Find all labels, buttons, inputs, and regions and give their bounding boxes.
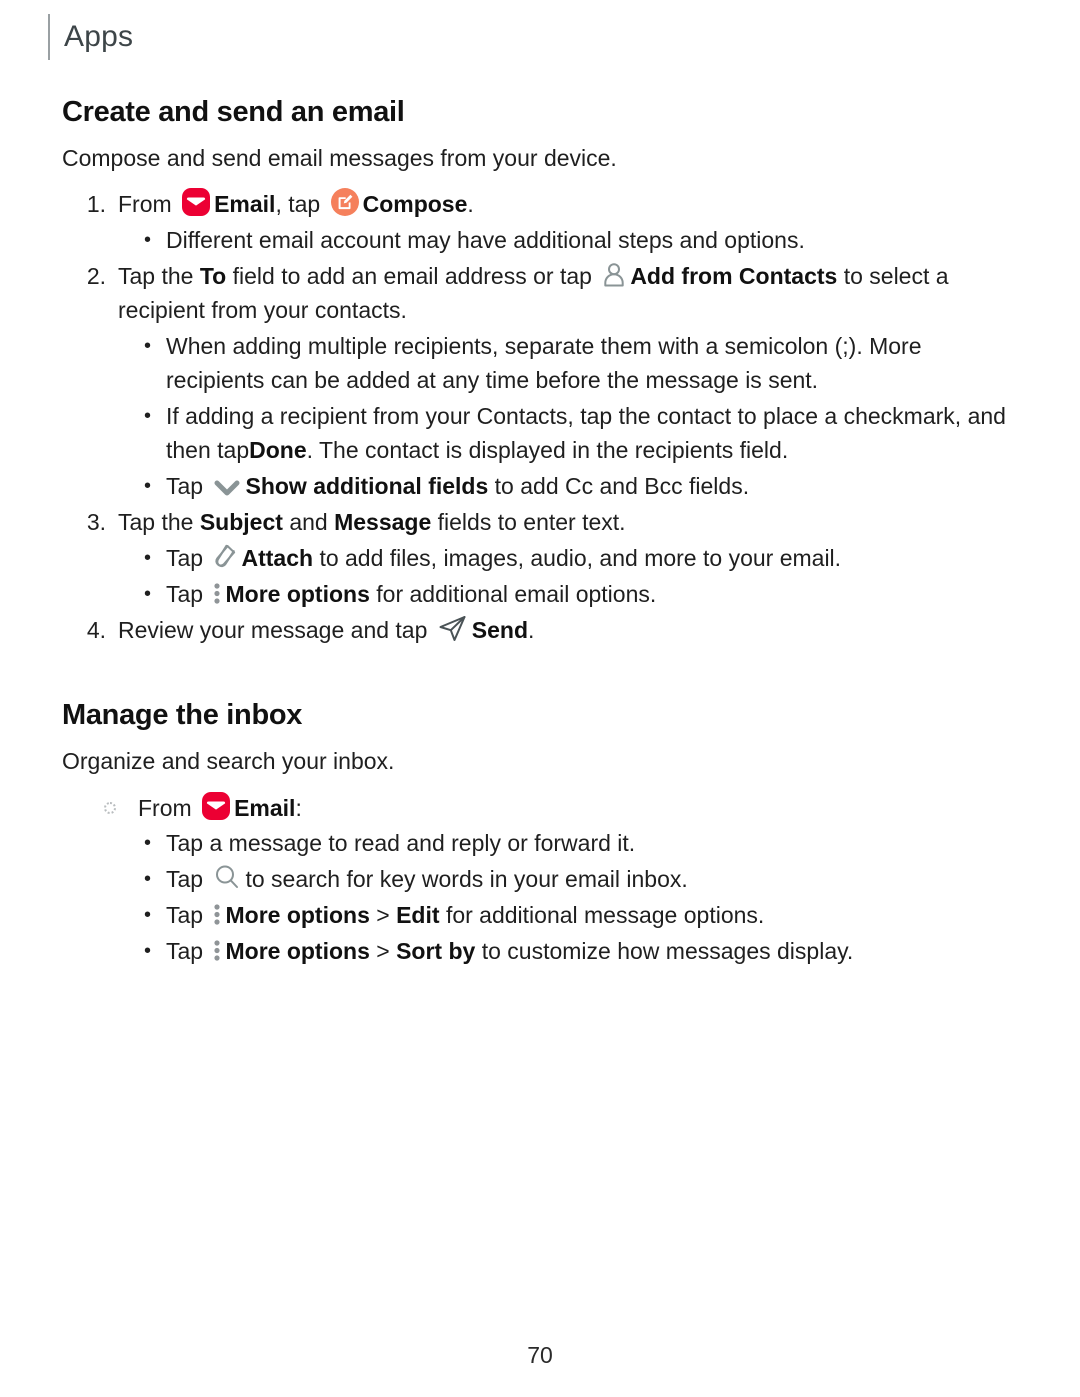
step-3-sub1-a: Tap (166, 545, 204, 571)
inbox-more-options-label: More options (225, 938, 370, 964)
step-2-sub2-c: . The contact is displayed in the recipi… (306, 437, 789, 463)
page-number: 70 (527, 1342, 553, 1368)
step-number-4: 4. (86, 617, 106, 643)
bullet-item: Tap Attach to add files, images, audio, … (136, 541, 1022, 575)
inbox-from-email-item: From Email: (92, 790, 1022, 826)
step-item-3: 3. Tap the Subject and Message fields to … (62, 505, 1022, 539)
header-divider-rule (48, 14, 50, 60)
step-2-text-c: field to add an email address or tap (232, 263, 592, 289)
step-4-send-label: Send (471, 617, 529, 643)
step-2-sub3-c: to add Cc and Bcc fields. (494, 473, 750, 499)
step-3-text-e: fields to enter text. (437, 509, 626, 535)
step-4-text-a: Review your message and tap (118, 617, 428, 643)
more-options-vertical-dots-icon[interactable] (212, 936, 222, 964)
inbox-edit-label: Edit (396, 902, 440, 928)
inbox-search-a: Tap (166, 866, 204, 892)
step-2-add-contacts-label: Add from Contacts (630, 263, 838, 289)
bullet-item: Different email account may have additio… (136, 223, 1022, 257)
inbox-sort-d: to customize how messages display. (481, 938, 854, 964)
step-3-text-c: and (289, 509, 328, 535)
chevron-down-icon[interactable] (212, 477, 242, 499)
inbox-search-b: to search for key words in your email in… (245, 866, 688, 892)
document-content: Create and send an email Compose and sen… (62, 96, 1022, 970)
step-2-text-a: Tap the (118, 263, 194, 289)
inbox-more-options-label: More options (225, 902, 370, 928)
step-number-2: 2. (86, 263, 106, 289)
step-1-text-pre: From (118, 191, 172, 217)
section-title-manage-inbox: Manage the inbox (62, 699, 303, 731)
inbox-email-label: Email (234, 795, 296, 821)
search-magnifier-icon[interactable] (212, 862, 242, 892)
step-4-period: . (528, 617, 535, 643)
header-title: Apps (64, 20, 134, 53)
step-1-compose-label: Compose (362, 191, 468, 217)
step-2-sub3-a: Tap (166, 473, 204, 499)
email-app-icon[interactable] (201, 791, 231, 821)
bullet-item: If adding a recipient from your Contacts… (136, 399, 1022, 467)
step-2-show-fields-label: Show additional fields (245, 473, 489, 499)
step-3-sub-bullets: Tap Attach to add files, images, audio, … (136, 541, 1022, 611)
step-1-tap-text: , tap (275, 191, 321, 217)
step-3-subject-label: Subject (199, 509, 283, 535)
inbox-circle-bullets: From Email: (62, 790, 1022, 826)
step-3-attach-label: Attach (241, 545, 314, 571)
inbox-colon: : (295, 795, 302, 821)
bullet-item: When adding multiple recipients, separat… (136, 329, 1022, 397)
inbox-sub-bullets: Tap a message to read and reply or forwa… (136, 826, 1022, 968)
bullet-item: Tap Show additional fields to add Cc and… (136, 469, 1022, 503)
section-lead-create-send-email: Compose and send email messages from you… (62, 145, 617, 171)
step-3-text-a: Tap the (118, 509, 194, 535)
step-3-message-label: Message (334, 509, 432, 535)
more-options-vertical-dots-icon[interactable] (212, 900, 222, 928)
person-add-from-contacts-icon[interactable] (601, 261, 627, 289)
inbox-sort-separator: > (376, 938, 390, 964)
step-2-done-label: Done (249, 437, 307, 463)
step-item-4: 4. Review your message and tap Send. (62, 613, 1022, 647)
bullet-item: Tap a message to read and reply or forwa… (136, 826, 1022, 860)
steps-list: 1. From Email, tap Compose. Different ema… (62, 187, 1022, 647)
step-1-email-label: Email (214, 191, 276, 217)
step-number-3: 3. (86, 509, 106, 535)
compose-icon[interactable] (330, 187, 360, 217)
paperclip-attach-icon[interactable] (212, 541, 238, 571)
step-3-sub2-a: Tap (166, 581, 204, 607)
step-3-sub1-c: to add files, images, audio, and more to… (319, 545, 842, 571)
bullet-item: Tap More options > Edit for additional m… (136, 898, 1022, 932)
step-number-1: 1. (86, 191, 106, 217)
page-header: Apps (48, 14, 133, 60)
section-lead-manage-inbox: Organize and search your inbox. (62, 748, 395, 774)
bullet-item: Tap More options > Sort by to customize … (136, 934, 1022, 968)
email-app-icon[interactable] (181, 187, 211, 217)
bullet-item: Tap More options for additional email op… (136, 577, 1022, 611)
section-title-create-send-email: Create and send an email (62, 96, 405, 128)
step-3-sub2-c: for additional email options. (376, 581, 657, 607)
step-2-to-label: To (199, 263, 227, 289)
step-1-sub-bullets: Different email account may have additio… (136, 223, 1022, 257)
bullet-item: Tap to search for key words in your emai… (136, 862, 1022, 896)
inbox-edit-a: Tap (166, 902, 204, 928)
more-options-vertical-dots-icon[interactable] (212, 579, 222, 607)
step-item-2: 2. Tap the To field to add an email addre… (62, 259, 1022, 327)
step-3-more-options-label: More options (225, 581, 370, 607)
inbox-sort-a: Tap (166, 938, 204, 964)
inbox-edit-separator: > (376, 902, 390, 928)
inbox-edit-d: for additional message options. (445, 902, 765, 928)
step-item-1: 1. From Email, tap Compose. (62, 187, 1022, 221)
step-2-sub-bullets: When adding multiple recipients, separat… (136, 329, 1022, 503)
inbox-from-label: From (138, 795, 192, 821)
document-page: Apps Create and send an email Compose an… (0, 0, 1080, 1397)
send-paper-plane-icon[interactable] (437, 613, 469, 643)
step-1-period: . (467, 191, 474, 217)
inbox-sort-by-label: Sort by (396, 938, 476, 964)
